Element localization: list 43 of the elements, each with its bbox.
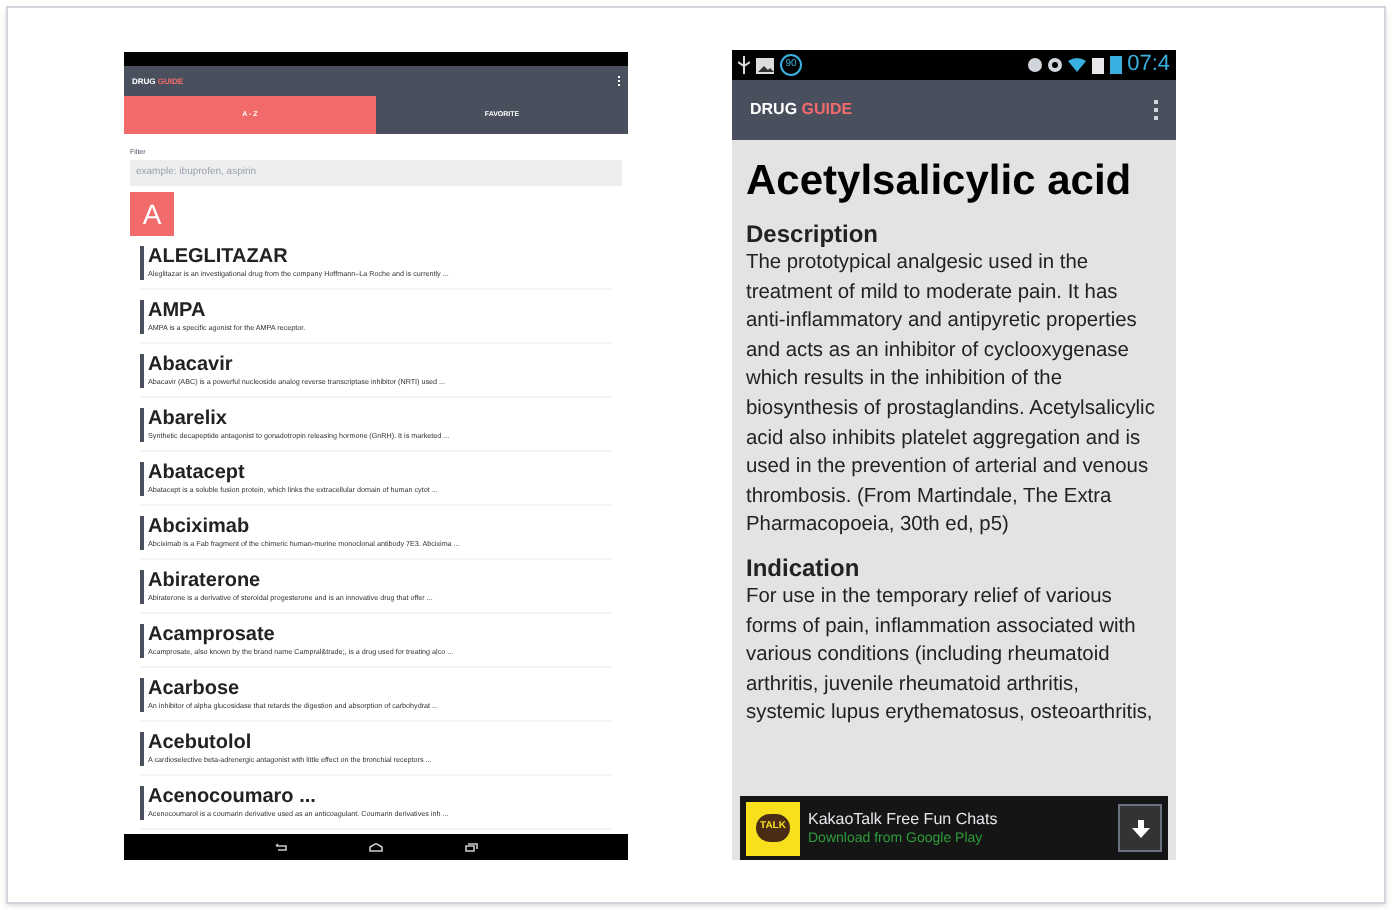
drug-name: ALEGLITAZAR [148, 245, 290, 270]
ad-title: KakaoTalk Free Fun Chats [808, 808, 1000, 830]
accent-bar [140, 785, 144, 820]
drug-name: Abiraterone [148, 569, 263, 594]
section-text: The prototypical analgesic used in the treatment of mild to moderate pain. It has anti-inflammatory and antipyretic properties and acts as an inhibitor of cyclooxygenase which results in the inhibition of the biosynthesis of prostaglandins. Acetylsalicylic acid also inhibits platelet aggregation and is used in the prevention of arterial and venous thrombosis. (From Martindale, The Extra Pharmacopoeia, 30th ed, p5) [746, 250, 1157, 541]
section-letter: A [130, 192, 174, 237]
back-icon[interactable] [274, 842, 288, 852]
sync-icon [1047, 58, 1062, 72]
sim-icon [1091, 57, 1104, 73]
drug-name: Abciximab [148, 515, 252, 540]
drug-name: Abarelix [148, 407, 229, 432]
drug-name: Abatacept [148, 461, 247, 486]
accent-bar [140, 731, 144, 766]
section-heading: Description [746, 218, 881, 250]
accent-bar [140, 299, 144, 334]
wifi-icon [1067, 58, 1086, 72]
drug-name: Acamprosate [148, 623, 277, 648]
alarm-icon [1027, 58, 1042, 72]
section-text: For use in the temporary relief of various forms of pain, inflammation associated with various conditions (including rheumatoid arthritis, juvenile rheumatoid arthritis, systemic lupus erythematosus, osteoarthritis, [746, 583, 1155, 729]
app-title: DRUG GUIDE [750, 98, 853, 122]
drug-title: Acetylsalicylic acid [746, 156, 1134, 208]
battery-icon [1109, 56, 1122, 74]
download-button[interactable] [1118, 804, 1162, 852]
drug-name: Acenocoumaro ... [148, 785, 318, 810]
accent-bar [140, 569, 144, 604]
accent-bar [140, 407, 144, 442]
drug-name: Acebutolol [148, 731, 254, 756]
drug-name: Abacavir [148, 353, 235, 378]
recent-apps-icon[interactable] [464, 842, 478, 852]
accent-bar [140, 461, 144, 496]
drug-name: AMPA [148, 299, 208, 324]
drug-name: Acarbose [148, 677, 242, 702]
usb-icon [738, 56, 750, 74]
accent-bar [140, 515, 144, 550]
download-icon [1131, 819, 1149, 837]
section-heading: Indication [746, 551, 862, 584]
home-icon[interactable] [368, 842, 384, 852]
image-icon [756, 57, 774, 73]
clock: 07:4 [1127, 50, 1170, 81]
accent-bar [140, 677, 144, 712]
accent-bar [140, 353, 144, 388]
accent-bar [140, 245, 144, 280]
accent-bar [140, 623, 144, 658]
